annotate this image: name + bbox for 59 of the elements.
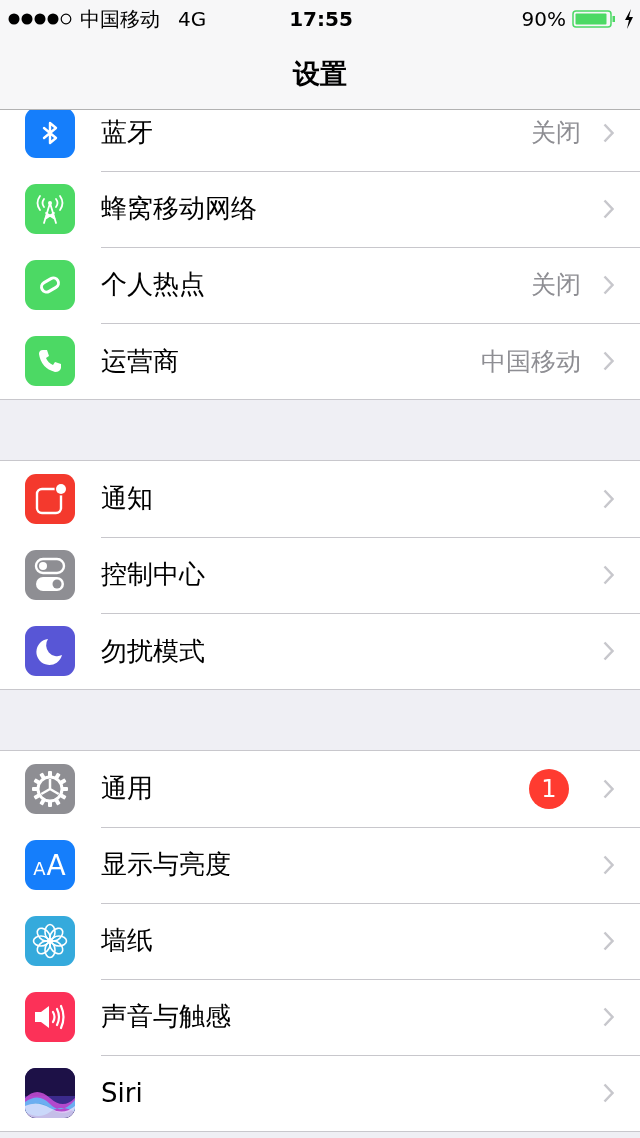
row-label: 墙纸	[101, 924, 154, 957]
chevron-icon	[603, 198, 614, 219]
settings-row[interactable]: 墙纸	[0, 903, 640, 979]
row-label: Siri	[101, 1078, 144, 1108]
settings-row[interactable]: 个人热点 关闭	[0, 247, 640, 323]
chevron-icon	[603, 564, 614, 585]
settings-row[interactable]: AA 显示与亮度	[0, 827, 640, 903]
count-badge: 1	[529, 768, 569, 809]
settings-row[interactable]: 控制中心	[0, 537, 640, 613]
chevron-icon	[603, 1083, 614, 1103]
notification-icon	[25, 474, 75, 524]
page-title: 设置	[293, 56, 347, 91]
settings-row[interactable]: 蓝牙 关闭	[0, 110, 640, 171]
settings-row[interactable]: 蜂窝移动网络	[0, 171, 640, 247]
battery-icon	[572, 10, 618, 28]
chevron-icon	[603, 778, 614, 799]
chain-link-icon	[25, 260, 75, 310]
chevron-icon	[603, 854, 614, 875]
row-value: 关闭	[531, 117, 581, 149]
row-label: 运营商	[101, 344, 180, 378]
row-label: 个人热点	[101, 268, 206, 301]
settings-row[interactable]: 通用 1	[0, 751, 640, 827]
settings-row[interactable]: 勿扰模式	[0, 613, 640, 689]
row-label: 通知	[101, 482, 154, 515]
settings-row[interactable]: Siri	[0, 1055, 640, 1131]
row-value: 关闭	[531, 269, 581, 301]
moon-icon	[25, 626, 75, 676]
row-label: 控制中心	[101, 558, 206, 591]
row-label: 通用	[101, 772, 154, 805]
toggles-icon	[25, 550, 75, 600]
chevron-icon	[603, 488, 614, 509]
row-label: 勿扰模式	[101, 634, 206, 668]
siri-icon	[25, 1068, 75, 1118]
row-label: 蜂窝移动网络	[101, 192, 258, 225]
signal-icon	[8, 13, 72, 25]
settings-row[interactable]: 通知	[0, 461, 640, 537]
gear-icon	[25, 764, 75, 814]
flower-icon	[25, 916, 75, 966]
row-value: 中国移动	[481, 345, 581, 378]
row-label: 声音与触感	[101, 1000, 232, 1033]
chevron-icon	[603, 274, 614, 295]
chevron-icon	[603, 122, 614, 143]
carrier-name: 中国移动	[80, 5, 160, 33]
display-icon-letters: AA	[33, 848, 67, 882]
settings-row[interactable]: 声音与触感	[0, 979, 640, 1055]
battery-percent: 90%	[521, 7, 566, 31]
speaker-icon	[25, 992, 75, 1042]
antenna-icon	[25, 184, 75, 234]
clock-time: 17:55	[289, 7, 353, 31]
chevron-icon	[603, 351, 614, 371]
chevron-icon	[603, 641, 614, 661]
chevron-icon	[603, 1006, 614, 1027]
row-label: 蓝牙	[101, 116, 154, 149]
phone-icon	[25, 336, 75, 386]
settings-row[interactable]: 运营商 中国移动	[0, 323, 640, 399]
network-type: 4G	[178, 7, 207, 31]
charging-icon	[624, 9, 634, 29]
chevron-icon	[603, 930, 614, 951]
row-label: 显示与亮度	[101, 848, 232, 881]
